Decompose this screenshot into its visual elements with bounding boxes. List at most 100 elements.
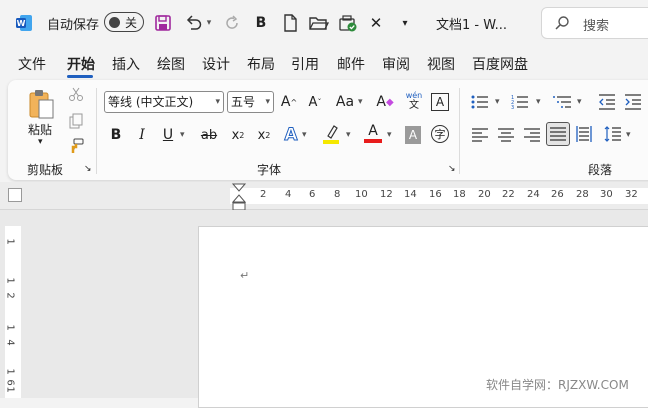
tab-design[interactable]: 设计 (202, 54, 230, 74)
open-folder-icon[interactable] (309, 13, 329, 33)
ruler-number: 2 (260, 189, 267, 200)
strikethrough-icon[interactable]: ab (199, 124, 219, 146)
new-doc-icon[interactable] (281, 13, 299, 33)
redo-icon[interactable] (222, 13, 242, 33)
tab-home[interactable]: 开始 (67, 54, 95, 74)
save-icon[interactable] (152, 13, 174, 33)
divider (459, 88, 460, 174)
font-color-icon[interactable]: A (364, 124, 382, 143)
numbering-dropdown-icon[interactable]: ▾ (536, 97, 541, 107)
phonetic-char: 文 (409, 100, 419, 111)
tab-review[interactable]: 审阅 (382, 54, 410, 74)
font-size-combo[interactable]: 五号 ▾ (227, 91, 274, 113)
ruler-number: 1 (4, 386, 16, 393)
line-spacing-icon[interactable] (604, 125, 622, 147)
autosave-state: 关 (125, 16, 138, 30)
word-logo-icon: W (14, 13, 34, 33)
tab-view[interactable]: 视图 (427, 54, 455, 74)
copy-icon[interactable] (68, 113, 84, 133)
ruler-number: 2 (4, 292, 16, 299)
multilevel-list-icon[interactable] (552, 94, 572, 114)
autosave-toggle[interactable]: 关 (104, 12, 144, 32)
ruler-number: 10 (355, 189, 368, 200)
distributed-icon[interactable] (576, 126, 592, 146)
bullets-icon[interactable] (471, 94, 489, 114)
increase-indent-icon[interactable] (624, 94, 642, 114)
search-box[interactable]: 搜索 (541, 7, 648, 39)
format-painter-icon[interactable] (68, 138, 84, 158)
chevron-down-icon: ▾ (265, 97, 270, 107)
font-name-value: 等线 (中文正文) (108, 95, 194, 109)
highlight-dropdown-icon[interactable]: ▾ (346, 130, 351, 140)
autosave-label: 自动保存 (47, 18, 100, 33)
multilevel-dropdown-icon[interactable]: ▾ (577, 97, 582, 107)
check-icon[interactable] (338, 13, 358, 33)
enclose-characters-icon[interactable]: 字 (431, 125, 449, 143)
align-right-icon[interactable] (524, 127, 540, 146)
close-icon[interactable]: ✕ (368, 13, 384, 33)
ruler-number: 1 (4, 324, 16, 331)
tab-references[interactable]: 引用 (291, 54, 319, 74)
ruler-number: 1 (4, 277, 16, 284)
active-tab-indicator (67, 75, 93, 78)
paste-icon[interactable] (27, 88, 57, 124)
subscript-icon[interactable]: x2 (229, 124, 247, 146)
undo-dropdown-icon[interactable]: ▾ (204, 13, 214, 33)
character-border-icon[interactable]: A (431, 93, 449, 111)
font-name-combo[interactable]: 等线 (中文正文) ▾ (104, 91, 224, 113)
tab-insert[interactable]: 插入 (112, 54, 140, 74)
ruler-number: 16 (429, 189, 442, 200)
ruler-number: 24 (527, 189, 540, 200)
change-case-dropdown-icon[interactable]: ▾ (358, 97, 363, 107)
paste-label[interactable]: 粘贴 (28, 121, 52, 138)
tab-file[interactable]: 文件 (18, 54, 46, 74)
svg-text:3: 3 (511, 105, 514, 110)
ruler-number: 26 (551, 189, 564, 200)
paste-dropdown-icon[interactable]: ▾ (38, 137, 43, 147)
cut-icon[interactable] (68, 86, 84, 106)
numbering-icon[interactable]: 123 (511, 94, 529, 114)
customize-icon[interactable]: ▾ (398, 13, 412, 33)
text-effects-icon[interactable]: A (282, 124, 300, 146)
undo-icon[interactable] (184, 13, 204, 33)
justify-button[interactable] (546, 122, 570, 146)
clipboard-launcher-icon[interactable]: ↘ (84, 164, 92, 174)
ruler-number: 12 (380, 189, 393, 200)
underline-dropdown-icon[interactable]: ▾ (180, 130, 185, 140)
line-spacing-dropdown-icon[interactable]: ▾ (626, 130, 631, 140)
tab-selector[interactable] (8, 188, 22, 202)
ruler-number: 14 (404, 189, 417, 200)
ruler-number: 18 (453, 189, 466, 200)
tab-draw[interactable]: 绘图 (157, 54, 185, 74)
tab-mailings[interactable]: 邮件 (337, 54, 365, 74)
font-color-dropdown-icon[interactable]: ▾ (387, 130, 392, 140)
character-shading-icon[interactable]: A (405, 126, 421, 144)
tab-layout[interactable]: 布局 (247, 54, 275, 74)
underline-icon[interactable]: U (160, 124, 176, 146)
superscript-icon[interactable]: x2 (255, 124, 273, 146)
shrink-font-icon[interactable]: Aˇ (305, 91, 325, 113)
justify-icon (550, 127, 566, 141)
text-effects-dropdown-icon[interactable]: ▾ (302, 130, 307, 140)
change-case-icon[interactable]: Aa (334, 91, 356, 113)
ruler-number: 4 (285, 189, 292, 200)
clear-formatting-icon[interactable]: A ◆ (374, 91, 396, 113)
phonetic-guide-icon[interactable]: wén 文 (405, 91, 423, 111)
bold-icon[interactable]: B (108, 124, 124, 146)
bold-icon[interactable]: B (253, 13, 269, 33)
watermark: 软件自学网：RJZXW.COM (486, 378, 629, 392)
tab-baidu-netdisk[interactable]: 百度网盘 (472, 54, 528, 74)
grow-font-icon[interactable]: A ^ (279, 91, 299, 113)
ruler-number: 1 (4, 368, 16, 375)
ruler-number: 4 (4, 339, 16, 346)
divider (96, 88, 97, 174)
align-left-icon[interactable] (472, 127, 488, 146)
font-launcher-icon[interactable]: ↘ (448, 164, 456, 174)
align-center-icon[interactable] (498, 127, 514, 146)
highlight-color-icon[interactable] (322, 124, 340, 144)
decrease-indent-icon[interactable] (598, 94, 616, 114)
italic-icon[interactable]: I (134, 124, 150, 146)
ruler-number: 22 (502, 189, 515, 200)
clipboard-group-label: 剪贴板 (27, 163, 64, 177)
bullets-dropdown-icon[interactable]: ▾ (495, 97, 500, 107)
